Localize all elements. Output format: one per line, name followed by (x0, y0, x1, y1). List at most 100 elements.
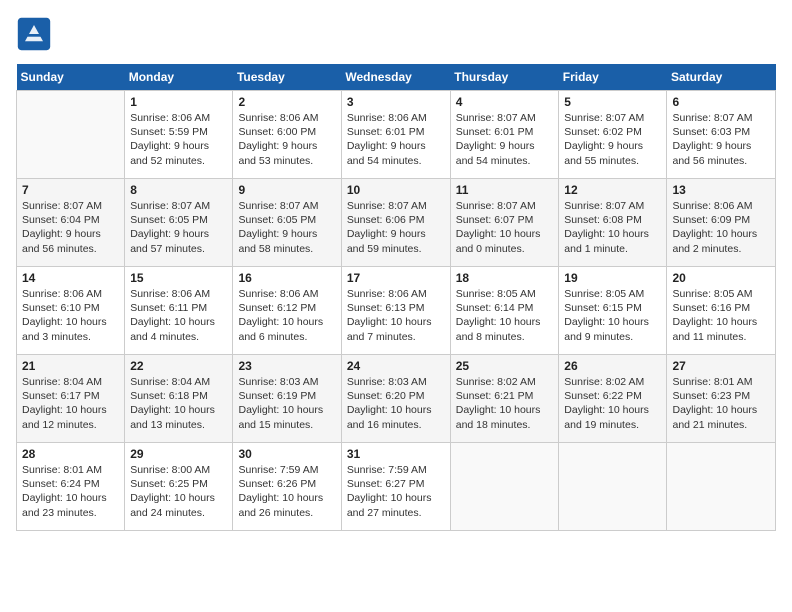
day-info: Sunrise: 8:06 AMSunset: 6:11 PMDaylight:… (130, 287, 227, 344)
calendar-week-row: 21 Sunrise: 8:04 AMSunset: 6:17 PMDayligh… (17, 355, 776, 443)
day-number: 1 (130, 95, 227, 109)
day-number: 23 (238, 359, 335, 373)
day-number: 31 (347, 447, 445, 461)
weekday-header: Friday (559, 64, 667, 91)
weekday-header: Saturday (667, 64, 776, 91)
calendar-cell: 8Sunrise: 8:07 AMSunset: 6:05 PMDaylight… (125, 179, 233, 267)
day-info: Sunrise: 8:05 AMSunset: 6:14 PMDaylight:… (456, 287, 554, 344)
day-info: Sunrise: 8:06 AMSunset: 6:00 PMDaylight:… (238, 111, 335, 168)
day-number: 26 (564, 359, 661, 373)
day-info: Sunrise: 7:59 AMSunset: 6:26 PMDaylight:… (238, 463, 335, 520)
weekday-header: Wednesday (341, 64, 450, 91)
page-header (16, 16, 776, 52)
calendar-cell: 12 Sunrise: 8:07 AMSunset: 6:08 PMDayligh… (559, 179, 667, 267)
day-number: 27 (672, 359, 770, 373)
day-number: 29 (130, 447, 227, 461)
day-info: Sunrise: 8:07 AMSunset: 6:06 PMDaylight:… (347, 199, 445, 256)
day-number: 2 (238, 95, 335, 109)
calendar-week-row: 28 Sunrise: 8:01 AMSunset: 6:24 PMDayligh… (17, 443, 776, 531)
logo-icon (16, 16, 52, 52)
calendar-cell (450, 443, 559, 531)
day-number: 5 (564, 95, 661, 109)
day-number: 20 (672, 271, 770, 285)
day-info: Sunrise: 8:05 AMSunset: 6:16 PMDaylight:… (672, 287, 770, 344)
day-info: Sunrise: 8:05 AMSunset: 6:15 PMDaylight:… (564, 287, 661, 344)
day-info: Sunrise: 8:06 AMSunset: 6:09 PMDaylight:… (672, 199, 770, 256)
day-number: 13 (672, 183, 770, 197)
calendar-cell: 6 Sunrise: 8:07 AMSunset: 6:03 PMDaylight… (667, 91, 776, 179)
weekday-header: Sunday (17, 64, 125, 91)
calendar-cell: 5 Sunrise: 8:07 AMSunset: 6:02 PMDaylight… (559, 91, 667, 179)
calendar-cell: 2 Sunrise: 8:06 AMSunset: 6:00 PMDaylight… (233, 91, 341, 179)
day-info: Sunrise: 8:02 AMSunset: 6:21 PMDaylight:… (456, 375, 554, 432)
day-info: Sunrise: 8:04 AMSunset: 6:18 PMDaylight:… (130, 375, 227, 432)
weekday-header: Monday (125, 64, 233, 91)
day-number: 10 (347, 183, 445, 197)
day-info: Sunrise: 8:07 AMSunset: 6:07 PMDaylight:… (456, 199, 554, 256)
day-info: Sunrise: 8:07 AMSunset: 6:01 PMDaylight:… (456, 111, 554, 168)
day-info: Sunrise: 8:07 AMSunset: 6:03 PMDaylight:… (672, 111, 770, 168)
calendar-cell (667, 443, 776, 531)
calendar-cell: 16 Sunrise: 8:06 AMSunset: 6:12 PMDayligh… (233, 267, 341, 355)
day-number: 3 (347, 95, 445, 109)
calendar-cell: 17Sunrise: 8:06 AMSunset: 6:13 PMDayligh… (341, 267, 450, 355)
calendar-cell: 10 Sunrise: 8:07 AMSunset: 6:06 PMDayligh… (341, 179, 450, 267)
day-number: 4 (456, 95, 554, 109)
day-number: 24 (347, 359, 445, 373)
day-info: Sunrise: 8:06 AMSunset: 6:13 PMDaylight:… (347, 287, 445, 344)
day-info: Sunrise: 8:07 AMSunset: 6:08 PMDaylight:… (564, 199, 661, 256)
day-number: 12 (564, 183, 661, 197)
calendar-week-row: 7 Sunrise: 8:07 AMSunset: 6:04 PMDaylight… (17, 179, 776, 267)
day-info: Sunrise: 8:07 AMSunset: 6:05 PMDaylight:… (130, 199, 227, 256)
day-number: 28 (22, 447, 119, 461)
day-number: 11 (456, 183, 554, 197)
calendar-cell: 4 Sunrise: 8:07 AMSunset: 6:01 PMDaylight… (450, 91, 559, 179)
day-info: Sunrise: 8:07 AMSunset: 6:04 PMDaylight:… (22, 199, 119, 256)
calendar-cell: 9 Sunrise: 8:07 AMSunset: 6:05 PMDaylight… (233, 179, 341, 267)
day-info: Sunrise: 8:06 AMSunset: 5:59 PMDaylight:… (130, 111, 227, 168)
calendar-cell: 1 Sunrise: 8:06 AMSunset: 5:59 PMDaylight… (125, 91, 233, 179)
day-info: Sunrise: 8:07 AMSunset: 6:05 PMDaylight:… (238, 199, 335, 256)
calendar-cell: 14Sunrise: 8:06 AMSunset: 6:10 PMDayligh… (17, 267, 125, 355)
day-info: Sunrise: 8:03 AMSunset: 6:20 PMDaylight:… (347, 375, 445, 432)
calendar-cell: 13 Sunrise: 8:06 AMSunset: 6:09 PMDayligh… (667, 179, 776, 267)
day-number: 15 (130, 271, 227, 285)
day-info: Sunrise: 8:01 AMSunset: 6:24 PMDaylight:… (22, 463, 119, 520)
day-number: 30 (238, 447, 335, 461)
calendar-cell: 27 Sunrise: 8:01 AMSunset: 6:23 PMDayligh… (667, 355, 776, 443)
weekday-header: Tuesday (233, 64, 341, 91)
day-number: 19 (564, 271, 661, 285)
day-info: Sunrise: 8:04 AMSunset: 6:17 PMDaylight:… (22, 375, 119, 432)
day-info: Sunrise: 8:06 AMSunset: 6:12 PMDaylight:… (238, 287, 335, 344)
calendar-cell: 28 Sunrise: 8:01 AMSunset: 6:24 PMDayligh… (17, 443, 125, 531)
calendar-cell: 11 Sunrise: 8:07 AMSunset: 6:07 PMDayligh… (450, 179, 559, 267)
day-info: Sunrise: 8:06 AMSunset: 6:01 PMDaylight:… (347, 111, 445, 168)
day-number: 22 (130, 359, 227, 373)
calendar-cell: 15 Sunrise: 8:06 AMSunset: 6:11 PMDayligh… (125, 267, 233, 355)
calendar-week-row: 14Sunrise: 8:06 AMSunset: 6:10 PMDayligh… (17, 267, 776, 355)
calendar-cell: 31 Sunrise: 7:59 AMSunset: 6:27 PMDayligh… (341, 443, 450, 531)
logo (16, 16, 56, 52)
day-info: Sunrise: 8:01 AMSunset: 6:23 PMDaylight:… (672, 375, 770, 432)
calendar-cell: 23 Sunrise: 8:03 AMSunset: 6:19 PMDayligh… (233, 355, 341, 443)
calendar-cell (17, 91, 125, 179)
day-info: Sunrise: 8:07 AMSunset: 6:02 PMDaylight:… (564, 111, 661, 168)
calendar-cell: 21 Sunrise: 8:04 AMSunset: 6:17 PMDayligh… (17, 355, 125, 443)
calendar-week-row: 1 Sunrise: 8:06 AMSunset: 5:59 PMDaylight… (17, 91, 776, 179)
day-info: Sunrise: 7:59 AMSunset: 6:27 PMDaylight:… (347, 463, 445, 520)
day-number: 21 (22, 359, 119, 373)
calendar-cell: 26Sunrise: 8:02 AMSunset: 6:22 PMDayligh… (559, 355, 667, 443)
calendar-cell (559, 443, 667, 531)
day-number: 14 (22, 271, 119, 285)
day-info: Sunrise: 8:03 AMSunset: 6:19 PMDaylight:… (238, 375, 335, 432)
day-number: 6 (672, 95, 770, 109)
day-number: 9 (238, 183, 335, 197)
day-info: Sunrise: 8:00 AMSunset: 6:25 PMDaylight:… (130, 463, 227, 520)
calendar-cell: 29 Sunrise: 8:00 AMSunset: 6:25 PMDayligh… (125, 443, 233, 531)
calendar-table: SundayMondayTuesdayWednesdayThursdayFrid… (16, 64, 776, 531)
calendar-cell: 24 Sunrise: 8:03 AMSunset: 6:20 PMDayligh… (341, 355, 450, 443)
day-number: 16 (238, 271, 335, 285)
day-number: 7 (22, 183, 119, 197)
weekday-header: Thursday (450, 64, 559, 91)
calendar-cell: 20 Sunrise: 8:05 AMSunset: 6:16 PMDayligh… (667, 267, 776, 355)
